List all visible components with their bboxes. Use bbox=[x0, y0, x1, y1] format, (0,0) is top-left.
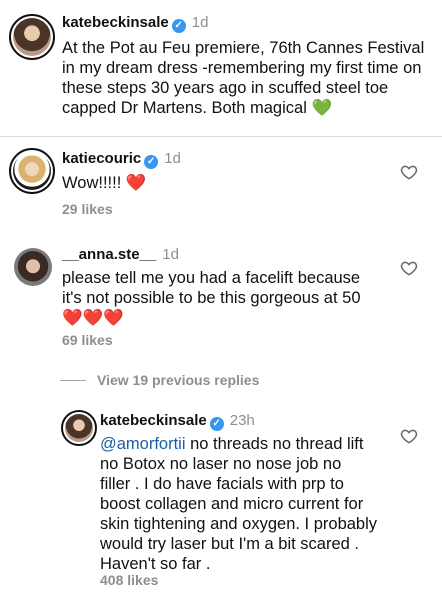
verified-badge-icon: ✓ bbox=[171, 19, 186, 33]
comment-text: please tell me you had a facelift becaus… bbox=[62, 268, 402, 328]
comment-text: Wow!!!!! ❤️ bbox=[62, 174, 147, 192]
like-heart-icon[interactable] bbox=[400, 427, 418, 445]
likes-count[interactable]: 408 likes bbox=[100, 572, 158, 588]
avatar[interactable] bbox=[9, 14, 55, 60]
timestamp: 1d bbox=[164, 150, 181, 167]
username[interactable]: katiecouric bbox=[62, 150, 141, 167]
replies-divider bbox=[60, 380, 86, 381]
username[interactable]: __anna.ste__ bbox=[62, 246, 156, 263]
timestamp: 1d bbox=[191, 14, 209, 31]
verified-badge-icon: ✓ bbox=[144, 155, 159, 169]
username[interactable]: katebeckinsale bbox=[62, 14, 169, 31]
avatar[interactable] bbox=[9, 148, 55, 194]
avatar[interactable] bbox=[14, 248, 52, 286]
post-caption: katebeckinsale ✓ 1d At the Pot au Feu prem… bbox=[0, 0, 442, 137]
likes-count[interactable]: 69 likes bbox=[62, 332, 113, 348]
like-heart-icon[interactable] bbox=[400, 163, 418, 181]
caption-text: At the Pot au Feu premiere, 76th Cannes … bbox=[62, 39, 425, 117]
verified-badge-icon: ✓ bbox=[209, 417, 224, 431]
timestamp: 23h bbox=[229, 412, 255, 429]
username[interactable]: katebeckinsale bbox=[100, 412, 207, 429]
likes-count[interactable]: 29 likes bbox=[62, 201, 113, 217]
mention-link[interactable]: @amorfortii bbox=[100, 435, 186, 453]
view-replies-button[interactable]: View 19 previous replies bbox=[97, 372, 259, 388]
green-heart-emoji: 💚 bbox=[311, 99, 333, 117]
red-heart-emoji: ❤️ bbox=[125, 174, 147, 192]
timestamp: 1d bbox=[162, 246, 179, 263]
avatar[interactable] bbox=[61, 410, 97, 446]
like-heart-icon[interactable] bbox=[400, 259, 418, 277]
red-hearts-emoji: ❤️❤️❤️ bbox=[62, 309, 124, 327]
reply-text: @amorfortii no threads no thread lift no… bbox=[100, 435, 378, 573]
